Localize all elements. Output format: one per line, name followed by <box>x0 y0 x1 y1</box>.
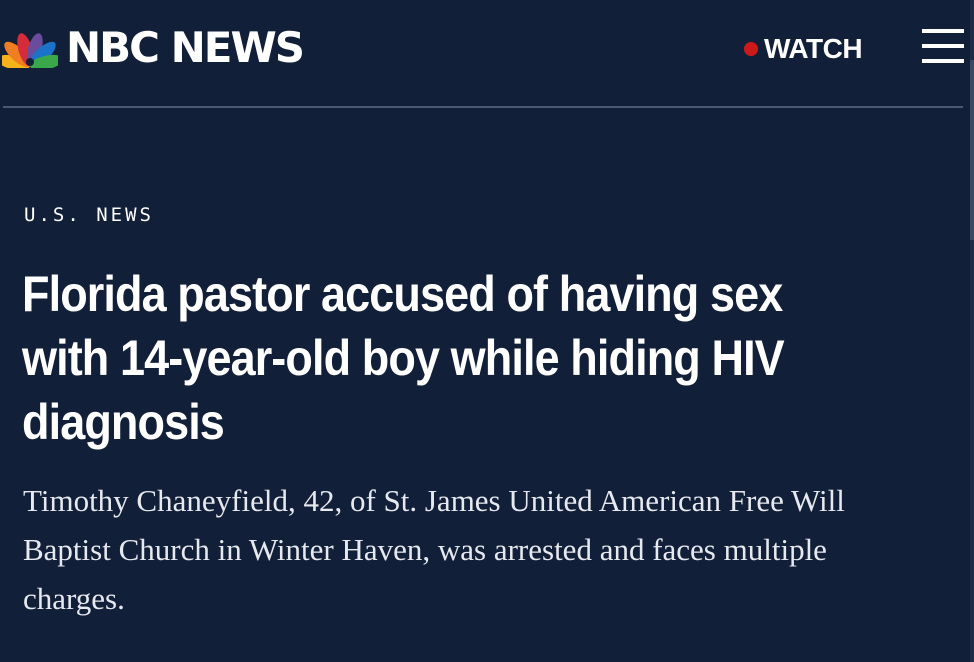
menu-bar-top <box>922 29 964 33</box>
scrollbar-track[interactable] <box>970 0 974 662</box>
header-divider <box>3 106 963 108</box>
nbc-peacock-icon <box>2 33 58 68</box>
peacock-body <box>26 58 34 66</box>
section-label[interactable]: U.S. NEWS <box>24 204 154 226</box>
hamburger-menu-button[interactable] <box>922 29 964 65</box>
menu-bar-bottom <box>922 59 964 63</box>
watch-label: WATCH <box>764 33 863 64</box>
logo-text: NBC NEWS <box>66 23 305 72</box>
nbc-news-logo[interactable]: NBC NEWS <box>2 23 305 72</box>
site-header: NBC NEWS WATCH <box>0 0 974 96</box>
scrollbar-thumb[interactable] <box>970 60 974 240</box>
article-dek: Timothy Chaneyfield, 42, of St. James Un… <box>23 483 845 616</box>
article-headline: Florida pastor accused of having sex wit… <box>22 266 785 450</box>
watch-button[interactable]: WATCH <box>744 30 863 68</box>
live-dot-icon <box>744 42 758 56</box>
menu-bar-middle <box>922 44 964 48</box>
